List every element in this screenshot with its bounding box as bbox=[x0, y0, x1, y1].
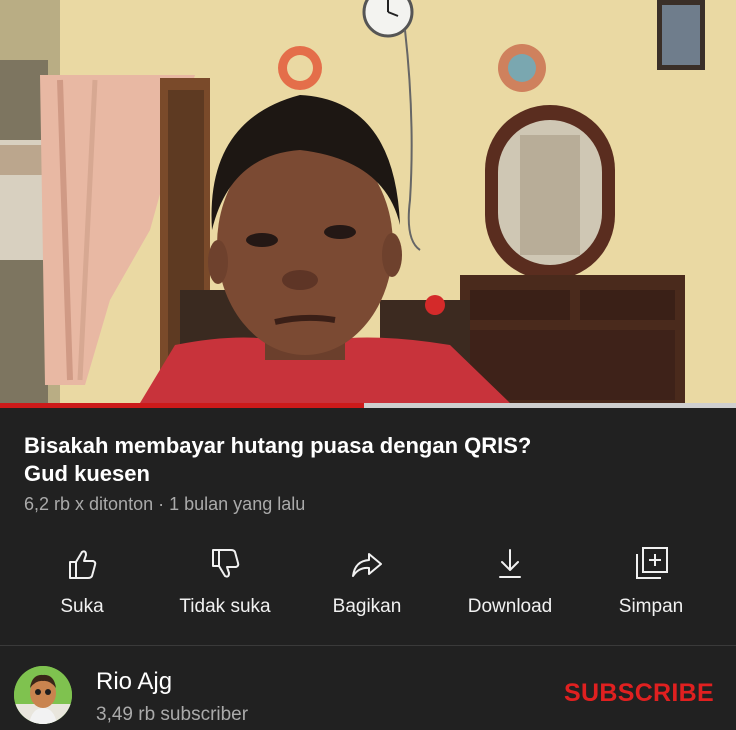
dislike-button[interactable]: Tidak suka bbox=[155, 536, 295, 636]
video-player[interactable] bbox=[0, 0, 736, 403]
action-bar: Suka Tidak suka Bagikan Download Simpan bbox=[0, 536, 736, 636]
download-label: Download bbox=[467, 596, 553, 617]
thumbs-down-icon bbox=[212, 549, 240, 578]
subscriber-count: 3,49 rb subscriber bbox=[96, 704, 249, 725]
save-playlist-icon bbox=[636, 547, 668, 579]
download-button[interactable]: Download bbox=[440, 536, 580, 636]
share-icon bbox=[352, 553, 382, 577]
video-info-panel: Bisakah membayar hutang puasa dengan QRI… bbox=[0, 408, 736, 730]
channel-name[interactable]: Rio Ajg bbox=[96, 668, 172, 696]
meta-separator: · bbox=[158, 494, 165, 514]
dislike-label: Tidak suka bbox=[179, 596, 271, 617]
thumbs-up-icon bbox=[69, 550, 97, 579]
avatar-image bbox=[14, 666, 72, 724]
video-title-line2: Gud kuesen bbox=[24, 461, 150, 486]
channel-avatar[interactable] bbox=[14, 666, 72, 724]
video-title-line1: Bisakah membayar hutang puasa dengan QRI… bbox=[24, 433, 532, 458]
save-label: Simpan bbox=[618, 596, 684, 617]
video-frame bbox=[0, 0, 736, 403]
channel-row: Rio Ajg 3,49 rb subscriber SUBSCRIBE bbox=[0, 646, 736, 730]
upload-age: 1 bulan yang lalu bbox=[169, 494, 306, 514]
subscribe-button[interactable]: SUBSCRIBE bbox=[564, 679, 714, 708]
save-button[interactable]: Simpan bbox=[581, 536, 721, 636]
download-icon bbox=[499, 549, 521, 578]
share-label: Bagikan bbox=[332, 596, 402, 617]
video-meta: 6,2 rb x ditonton · 1 bulan yang lalu bbox=[24, 494, 305, 515]
video-title: Bisakah membayar hutang puasa dengan QRI… bbox=[24, 432, 714, 488]
view-count: 6,2 rb x ditonton bbox=[24, 494, 154, 514]
like-label: Suka bbox=[60, 596, 104, 617]
like-button[interactable]: Suka bbox=[12, 536, 152, 636]
share-button[interactable]: Bagikan bbox=[297, 536, 437, 636]
